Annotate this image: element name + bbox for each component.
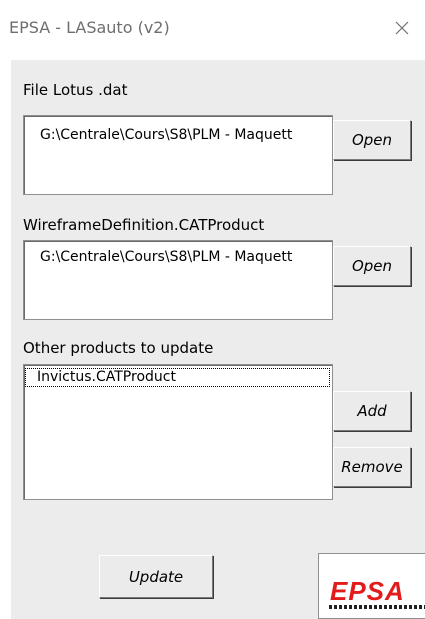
update-button[interactable]: Update: [99, 555, 213, 598]
window-title: EPSA - LASauto (v2): [9, 18, 170, 37]
other-products-list[interactable]: Invictus.CATProduct: [23, 364, 333, 500]
epsa-logo: EPSA: [318, 553, 425, 619]
wireframe-file-path[interactable]: G:\Centrale\Cours\S8\PLM - Maquett: [40, 249, 332, 265]
wireframe-file-list[interactable]: G:\Centrale\Cours\S8\PLM - Maquett: [23, 240, 333, 320]
wireframe-open-button[interactable]: Open: [333, 246, 411, 286]
lotus-file-path[interactable]: G:\Centrale\Cours\S8\PLM - Maquett: [40, 127, 332, 143]
lotus-file-label: File Lotus .dat: [23, 81, 128, 99]
remove-button[interactable]: Remove: [333, 447, 411, 487]
title-bar: EPSA - LASauto (v2): [0, 0, 425, 55]
logo-tagline: [329, 605, 425, 609]
wireframe-label: WireframeDefinition.CATProduct: [23, 216, 265, 234]
lotus-open-button[interactable]: Open: [333, 120, 411, 160]
other-products-label: Other products to update: [23, 339, 214, 357]
close-button[interactable]: [379, 0, 425, 55]
list-item[interactable]: Invictus.CATProduct: [25, 368, 330, 387]
add-button[interactable]: Add: [333, 391, 411, 431]
lotus-file-list[interactable]: G:\Centrale\Cours\S8\PLM - Maquett: [23, 115, 333, 195]
logo-text: EPSA: [330, 576, 405, 606]
close-icon: [395, 21, 409, 34]
